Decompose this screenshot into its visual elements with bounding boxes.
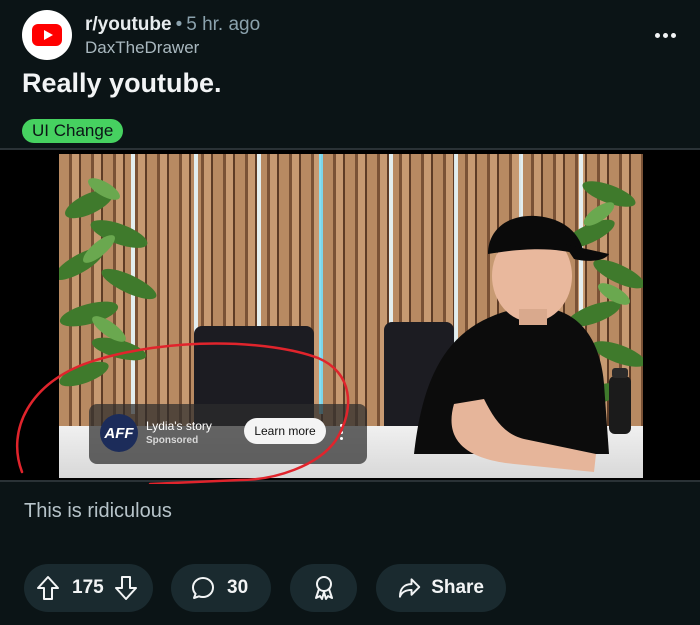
post-media[interactable]: AFF Lydia's story Sponsored Learn more xyxy=(0,148,700,484)
award-button[interactable] xyxy=(290,564,357,612)
share-label: Share xyxy=(431,577,484,598)
subreddit-name[interactable]: r/youtube xyxy=(85,14,172,35)
share-icon xyxy=(398,578,421,598)
plant-left xyxy=(59,178,157,387)
post-flair[interactable]: UI Change xyxy=(22,119,124,143)
subreddit-line: r/youtube • 5 hr. ago xyxy=(85,14,260,36)
ad-title: Lydia's story xyxy=(146,419,212,433)
subreddit-avatar[interactable] xyxy=(22,10,72,60)
comment-count: 30 xyxy=(227,577,249,598)
ad-overlay[interactable]: AFF Lydia's story Sponsored Learn more xyxy=(89,404,367,464)
comment-icon xyxy=(192,577,214,599)
youtube-logo-icon xyxy=(32,24,62,46)
award-icon xyxy=(314,576,333,600)
upvote-icon[interactable] xyxy=(36,575,60,601)
post-age: 5 hr. ago xyxy=(186,14,261,35)
share-button[interactable]: Share xyxy=(376,564,506,612)
post-header: r/youtube • 5 hr. ago DaxTheDrawer xyxy=(22,10,700,62)
author-name[interactable]: DaxTheDrawer xyxy=(85,38,199,58)
ad-logo: AFF xyxy=(100,414,138,452)
vote-pill: 175 xyxy=(24,564,153,612)
ad-sponsored-label: Sponsored xyxy=(146,435,199,446)
post-title: Really youtube. xyxy=(22,68,222,98)
post-body: This is ridiculous xyxy=(24,500,172,522)
comments-button[interactable]: 30 xyxy=(171,564,271,612)
separator: • xyxy=(175,14,183,35)
learn-more-button[interactable]: Learn more xyxy=(244,418,326,444)
ad-more-icon[interactable] xyxy=(340,424,344,440)
more-icon[interactable] xyxy=(652,28,678,42)
person xyxy=(414,215,609,472)
video-frame: AFF Lydia's story Sponsored Learn more xyxy=(59,154,643,478)
vote-count: 175 xyxy=(72,577,104,598)
downvote-icon[interactable] xyxy=(114,575,138,601)
light-strip xyxy=(319,154,323,414)
